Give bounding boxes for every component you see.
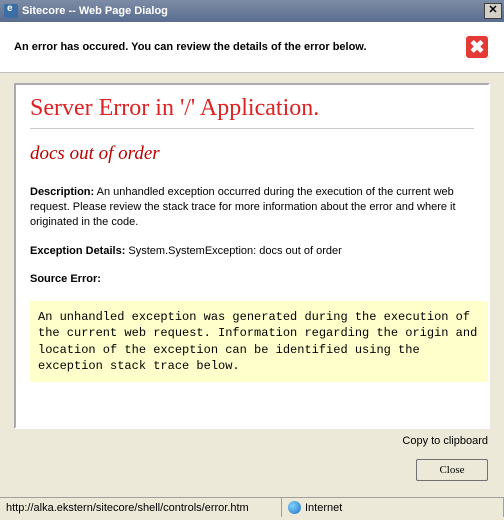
error-header: An error has occured. You can review the… <box>0 22 504 73</box>
exception-label: Exception Details: <box>30 245 125 257</box>
statusbar-zone: Internet <box>282 498 504 517</box>
dialog-body: Server Error in '/' Application. docs ou… <box>0 73 504 497</box>
server-error-subtitle: docs out of order <box>30 143 474 165</box>
zone-label: Internet <box>305 502 342 514</box>
globe-icon <box>288 501 301 514</box>
error-content-scroll[interactable]: Server Error in '/' Application. docs ou… <box>16 85 488 427</box>
window-title: Sitecore -- Web Page Dialog <box>22 5 168 17</box>
close-button[interactable]: Close <box>416 459 488 481</box>
error-header-message: An error has occured. You can review the… <box>14 41 464 53</box>
titlebar: Sitecore -- Web Page Dialog ✕ <box>0 0 504 22</box>
description-text: An unhandled exception occurred during t… <box>30 186 456 228</box>
description-paragraph: Description: An unhandled exception occu… <box>30 185 474 230</box>
window-close-button[interactable]: ✕ <box>484 3 502 19</box>
error-icon: ✖ <box>464 34 490 60</box>
ie-icon <box>4 4 18 18</box>
source-error-label: Source Error: <box>30 272 474 287</box>
copy-to-clipboard-link[interactable]: Copy to clipboard <box>402 435 488 447</box>
description-label: Description: <box>30 186 94 198</box>
statusbar: http://alka.ekstern/sitecore/shell/contr… <box>0 497 504 517</box>
source-error-block: An unhandled exception was generated dur… <box>30 301 488 382</box>
statusbar-url: http://alka.ekstern/sitecore/shell/contr… <box>0 498 282 517</box>
error-content-frame: Server Error in '/' Application. docs ou… <box>14 83 490 429</box>
exception-text: System.SystemException: docs out of orde… <box>125 245 341 257</box>
exception-paragraph: Exception Details: System.SystemExceptio… <box>30 244 474 259</box>
server-error-title: Server Error in '/' Application. <box>30 95 474 129</box>
